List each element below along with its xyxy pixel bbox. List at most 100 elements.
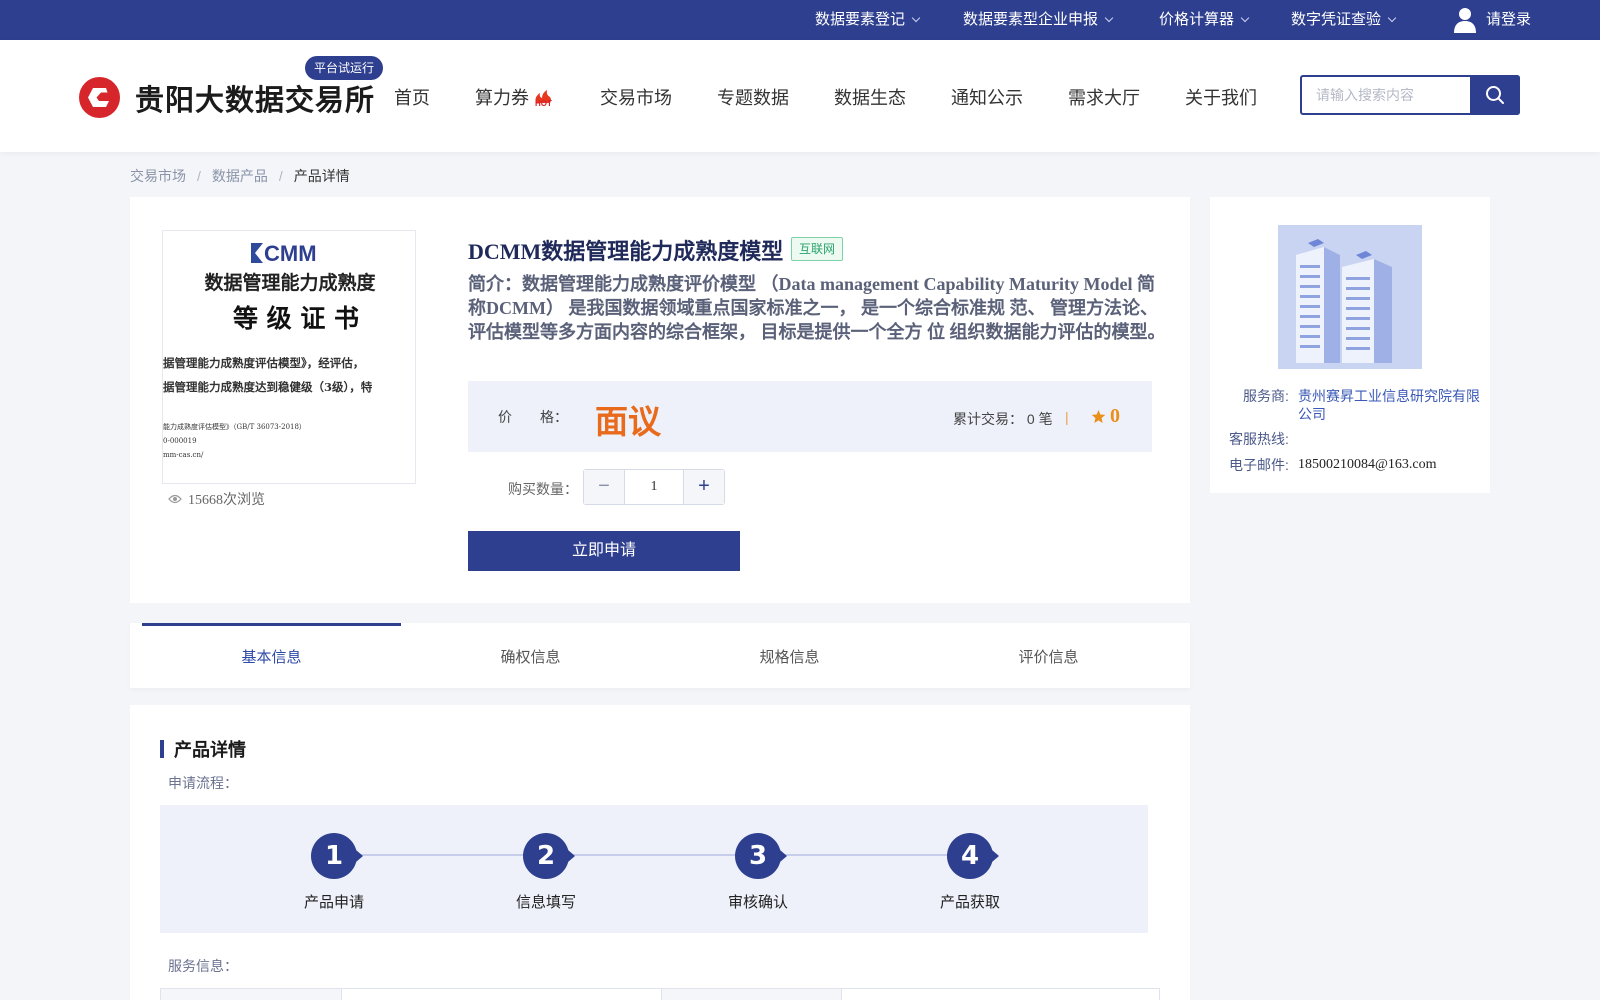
login-link[interactable]: 请登录 xyxy=(1454,0,1531,40)
tab-spec-info[interactable]: 规格信息 xyxy=(660,623,919,688)
topbar-enterprise-declare[interactable]: 数据要素型企业申报 xyxy=(963,0,1114,40)
nav-notices[interactable]: 通知公示 xyxy=(951,84,1023,110)
category-tag: 互联网 xyxy=(791,237,844,261)
certificate-line: 0-000019 xyxy=(163,437,197,445)
hot-badge-text: HOT xyxy=(535,99,552,107)
topbar-item-label: 数字凭证查验 xyxy=(1291,11,1382,28)
chevron-down-icon xyxy=(1387,13,1397,23)
rating: 0 xyxy=(1091,405,1120,428)
quantity-stepper: − 1 + xyxy=(583,469,725,505)
price-panel: 价 格： 面议 累计交易： 0 笔 | 0 xyxy=(468,381,1152,452)
provider-email-row: 电子邮件: 18500210084@163.com xyxy=(1229,456,1490,474)
building-icon xyxy=(1278,225,1422,369)
search-input[interactable] xyxy=(1302,77,1470,113)
quantity-value[interactable]: 1 xyxy=(625,470,683,504)
nav-demand-hall[interactable]: 需求大厅 xyxy=(1068,84,1140,110)
email-label: 电子邮件: xyxy=(1229,457,1289,473)
table-cell xyxy=(841,989,1159,1000)
nav-trade-market[interactable]: 交易市场 xyxy=(600,84,672,110)
certificate-line: 据管理能力成熟度评估模型》，经评估， xyxy=(163,356,364,370)
breadcrumb-data-products[interactable]: 数据产品 xyxy=(212,168,268,184)
view-count: 15668次浏览 xyxy=(168,489,265,509)
nav-home[interactable]: 首页 xyxy=(394,84,430,110)
chevron-down-icon xyxy=(1104,13,1114,23)
section-title-accent xyxy=(160,740,164,758)
section-title: 产品详情 xyxy=(160,736,246,762)
flow-connector xyxy=(335,854,971,856)
nav-data-ecosystem[interactable]: 数据生态 xyxy=(834,84,906,110)
apply-flow: 1 产品申请 2 信息填写 3 审核确认 4 产品获取 xyxy=(160,805,1148,933)
flow-step: 2 信息填写 xyxy=(486,833,606,912)
topbar-price-calculator[interactable]: 价格计算器 xyxy=(1159,0,1250,40)
search-icon xyxy=(1486,86,1504,104)
chevron-down-icon xyxy=(911,13,921,23)
site-name[interactable]: 贵阳大数据交易所 xyxy=(135,77,375,119)
product-title: DCMM数据管理能力成熟度模型 xyxy=(468,239,784,264)
breadcrumb-trade-market[interactable]: 交易市场 xyxy=(130,168,186,184)
provider-service-row: 服务商: 贵州赛昇工业信息研究院有限公司 xyxy=(1243,387,1490,423)
decrement-button[interactable]: − xyxy=(584,470,625,504)
breadcrumb-current: 产品详情 xyxy=(293,168,350,184)
nav-topic-data[interactable]: 专题数据 xyxy=(717,84,789,110)
step-label: 产品获取 xyxy=(939,894,1000,911)
nav-compute-voucher[interactable]: 算力券 xyxy=(475,84,529,110)
price-value: 面议 xyxy=(595,402,661,441)
tab-rights-info[interactable]: 确权信息 xyxy=(401,623,660,688)
service-provider-label: 服务商: xyxy=(1243,388,1289,404)
provider-hotline-row: 客服热线: xyxy=(1229,430,1490,448)
flow-step: 4 产品获取 xyxy=(910,833,1030,912)
divider: | xyxy=(1065,409,1069,425)
topbar-data-registration[interactable]: 数据要素登记 xyxy=(815,0,921,40)
apply-flow-label: 申请流程： xyxy=(168,775,238,791)
eye-icon xyxy=(168,494,182,504)
increment-button[interactable]: + xyxy=(683,470,724,504)
step-label: 信息填写 xyxy=(515,894,576,911)
product-intro: 简介：数据管理能力成熟度评价模型 （Data management Capabi… xyxy=(468,274,1166,342)
trade-label: 累计交易： xyxy=(953,411,1023,427)
product-detail-section: 产品详情 申请流程： 1 产品申请 2 信息填写 3 审核确认 4 产品获取 服… xyxy=(130,705,1190,1000)
tab-review-info[interactable]: 评价信息 xyxy=(919,623,1178,688)
topbar-certificate-check[interactable]: 数字凭证查验 xyxy=(1291,0,1397,40)
trial-badge: 平台试运行 xyxy=(305,56,384,80)
provider-image xyxy=(1278,225,1422,369)
site-logo-icon[interactable] xyxy=(79,77,120,118)
trade-value: 0 笔 xyxy=(1026,411,1053,427)
top-utility-bar: 数据要素登记 数据要素型企业申报 价格计算器 数字凭证查验 请登录 xyxy=(0,0,1600,40)
flow-step: 3 审核确认 xyxy=(698,833,818,912)
certificate-line: 等 级 证 书 xyxy=(233,304,359,333)
step-label: 审核确认 xyxy=(727,894,788,911)
chevron-down-icon xyxy=(1240,13,1250,23)
star-icon xyxy=(1091,409,1106,423)
product-card: CMM 数据管理能力成熟度 等 级 证 书 据管理能力成熟度评估模型》，经评估，… xyxy=(130,197,1190,603)
service-info-table xyxy=(160,988,1160,1000)
login-label: 请登录 xyxy=(1486,11,1532,28)
certificate-line: mm-cas.cn/ xyxy=(163,451,204,459)
price-label: 价 格： xyxy=(498,409,568,425)
provider-card: 服务商: 贵州赛昇工业信息研究院有限公司 客服热线: 电子邮件: 1850021… xyxy=(1210,197,1490,493)
table-header-cell xyxy=(661,989,841,1000)
service-info-label: 服务信息： xyxy=(168,958,238,974)
hotline-label: 客服热线: xyxy=(1229,431,1289,447)
product-thumbnail: CMM 数据管理能力成熟度 等 级 证 书 据管理能力成熟度评估模型》，经评估，… xyxy=(162,230,416,484)
search-box xyxy=(1300,75,1520,115)
search-button[interactable] xyxy=(1470,75,1520,115)
step-label: 产品申请 xyxy=(303,894,364,911)
breadcrumb-separator: / xyxy=(197,168,201,184)
certificate-line: 能力成熟度评估模型》（GB/T 36073-2018） xyxy=(163,422,306,431)
table-header-cell xyxy=(161,989,341,1000)
tab-basic-info[interactable]: 基本信息 xyxy=(142,623,401,688)
breadcrumb: 交易市场 / 数据产品 / 产品详情 xyxy=(130,166,350,186)
service-provider-value[interactable]: 贵州赛昇工业信息研究院有限公司 xyxy=(1298,387,1482,423)
site-header: 贵阳大数据交易所 平台试运行 首页 算力券 交易市场 专题数据 数据生态 通知公… xyxy=(0,40,1600,152)
apply-now-button[interactable]: 立即申请 xyxy=(468,531,740,571)
user-icon xyxy=(1454,8,1476,33)
certificate-logo-text: CMM xyxy=(264,241,317,266)
email-value: 18500210084@163.com xyxy=(1298,457,1437,472)
table-cell xyxy=(341,989,661,1000)
trade-count: 累计交易： 0 笔 xyxy=(953,409,1053,429)
topbar-item-label: 价格计算器 xyxy=(1159,11,1235,28)
topbar-item-label: 数据要素登记 xyxy=(815,11,906,28)
section-title-text: 产品详情 xyxy=(174,740,246,760)
nav-about-us[interactable]: 关于我们 xyxy=(1185,84,1257,110)
certificate-image: CMM 数据管理能力成熟度 等 级 证 书 据管理能力成熟度评估模型》，经评估，… xyxy=(163,231,415,483)
